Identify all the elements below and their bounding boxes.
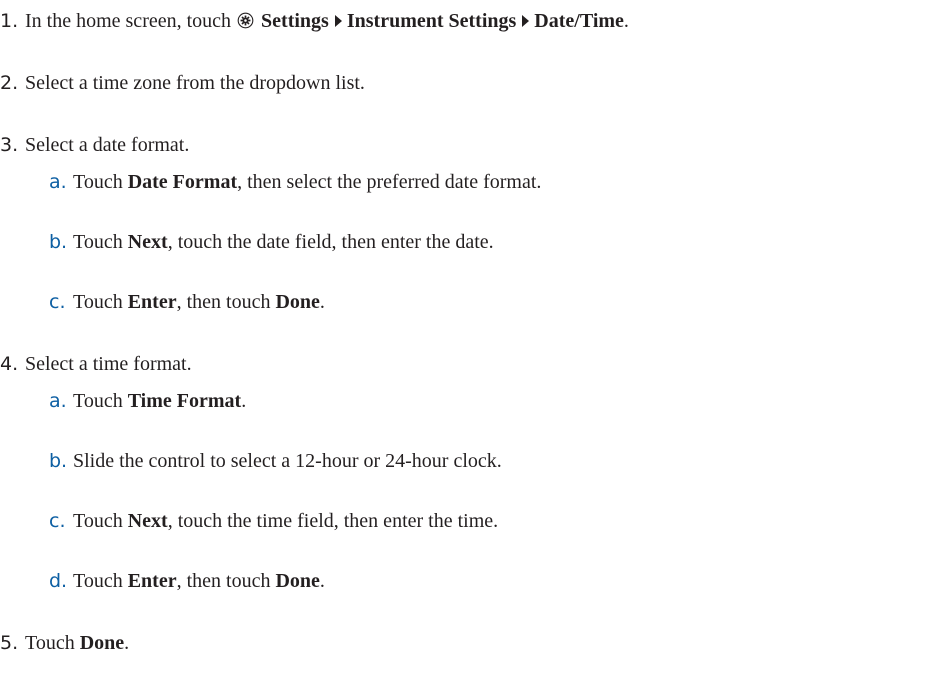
- substep-text: Touch Next, touch the date field, then e…: [73, 231, 494, 253]
- substep-letter: a.: [49, 171, 67, 193]
- substep-letter: d.: [49, 570, 68, 592]
- step-number: 2.: [0, 72, 19, 94]
- settings-gear-icon: [237, 12, 254, 29]
- step-number: 4.: [0, 353, 19, 375]
- substep-text: Touch Enter, then touch Done.: [73, 570, 325, 592]
- step-text: In the home screen, touch Settings Instru…: [25, 10, 629, 32]
- step-text: Select a time zone from the dropdown lis…: [25, 72, 365, 94]
- substep-letter: c.: [49, 510, 66, 532]
- path-separator-icon: [334, 15, 342, 27]
- substep-text: Touch Next, touch the time field, then e…: [73, 510, 499, 532]
- step-text: Select a time format.: [25, 353, 192, 375]
- substep-text: Slide the control to select a 12-hour or…: [73, 450, 502, 472]
- substep-letter: c.: [49, 291, 66, 313]
- substep-text: Touch Enter, then touch Done.: [73, 291, 325, 313]
- menu-path-date-time: Date/Time: [534, 10, 624, 32]
- substep-letter: b.: [49, 231, 68, 253]
- step-text: Select a date format.: [25, 134, 190, 156]
- step-number: 5.: [0, 632, 19, 654]
- substep-letter: b.: [49, 450, 68, 472]
- step-number: 1.: [0, 10, 19, 32]
- substep-text: Touch Time Format.: [73, 390, 247, 412]
- step-text: Touch Done.: [25, 632, 130, 654]
- step-number: 3.: [0, 134, 19, 156]
- substep-text: Touch Date Format, then select the prefe…: [73, 171, 542, 193]
- substep-letter: a.: [49, 390, 67, 412]
- menu-path-instrument-settings: Instrument Settings: [346, 10, 517, 32]
- path-separator-icon: [522, 15, 530, 27]
- menu-path-settings: Settings: [261, 10, 329, 32]
